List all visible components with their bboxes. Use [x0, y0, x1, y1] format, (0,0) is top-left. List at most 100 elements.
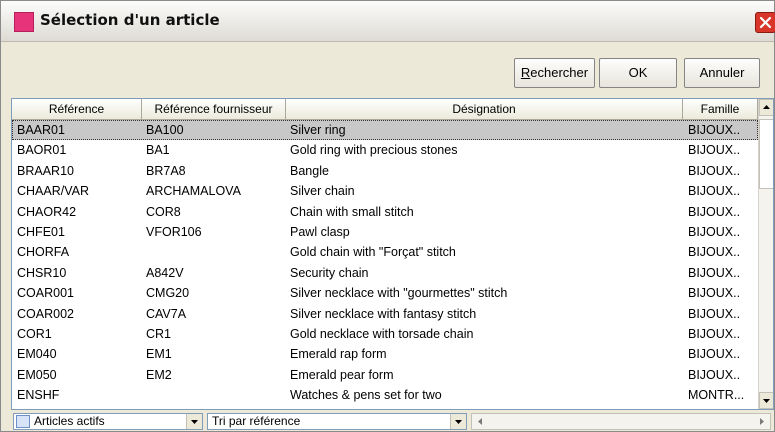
- cell-supplier-reference: COR8: [146, 204, 181, 219]
- cell-designation: Gold chain with "Forçat" stitch: [290, 245, 456, 260]
- search-button-label: echercher: [530, 65, 589, 80]
- column-header-designation[interactable]: Désignation: [286, 99, 683, 119]
- cell-family: BIJOUX..: [688, 306, 741, 321]
- cell-supplier-reference: A842V: [146, 265, 184, 280]
- cell-family: MONTR...: [688, 388, 745, 403]
- chevron-down-icon: [455, 420, 462, 424]
- search-button[interactable]: Rechercher: [514, 58, 595, 88]
- cell-family: BIJOUX..: [688, 184, 741, 199]
- table-row[interactable]: EM040 EM1 Emerald rap form BIJOUX..: [12, 344, 758, 364]
- cell-reference: COAR002: [17, 306, 74, 321]
- table-row[interactable]: CHORFA Gold chain with "Forçat" stitch BIJ…: [12, 242, 758, 262]
- scroll-thumb[interactable]: [759, 119, 773, 189]
- cell-family: BIJOUX..: [688, 265, 741, 280]
- cell-family: BIJOUX..: [688, 123, 741, 137]
- cell-designation: Silver ring: [290, 123, 346, 137]
- column-header-family[interactable]: Famille: [683, 99, 758, 119]
- scroll-down-button[interactable]: [759, 392, 773, 409]
- cell-family: BIJOUX..: [688, 367, 741, 382]
- table-row[interactable]: ENSHF Watches & pens set for two MONTR...: [12, 385, 758, 405]
- chevron-down-icon: [191, 420, 198, 424]
- close-icon: [759, 16, 772, 29]
- cell-reference: CHSR10: [17, 265, 67, 280]
- cell-reference: CHORFA: [17, 245, 70, 260]
- table-row[interactable]: CHFE01 VFOR106 Pawl clasp BIJOUX..: [12, 222, 758, 242]
- ok-button[interactable]: OK: [599, 58, 677, 88]
- ok-button-label: OK: [628, 65, 648, 80]
- cell-reference: EM050: [17, 367, 57, 382]
- cancel-button[interactable]: Annuler: [684, 58, 760, 88]
- table-row[interactable]: COAR001 CMG20 Silver necklace with "gourme…: [12, 283, 758, 303]
- column-header-reference[interactable]: Référence: [12, 99, 142, 119]
- cell-supplier-reference: CAV7A: [146, 306, 187, 321]
- app-icon: [14, 12, 34, 32]
- cell-supplier-reference: VFOR106: [146, 224, 202, 239]
- cell-family: BIJOUX..: [688, 204, 741, 219]
- cell-supplier-reference: BA100: [146, 123, 184, 137]
- horizontal-scrollbar[interactable]: [471, 413, 771, 430]
- cell-reference: CHAOR42: [17, 204, 77, 219]
- cell-supplier-reference: CMG20: [146, 286, 190, 301]
- cell-reference: CHAAR/VAR: [17, 184, 90, 199]
- cell-supplier-reference: [146, 242, 282, 262]
- table-row[interactable]: BAAR01 BA100 Silver ring BIJOUX..: [12, 120, 758, 141]
- table-row[interactable]: CHAAR/VAR ARCHAMALOVA Silver chain BIJOUX..: [12, 181, 758, 201]
- arrow-left-icon[interactable]: [474, 415, 486, 428]
- cell-family: BIJOUX..: [688, 286, 741, 301]
- cell-family: BIJOUX..: [688, 245, 741, 260]
- cell-supplier-reference: [146, 385, 282, 405]
- cell-reference: BRAAR10: [17, 163, 74, 178]
- window-title: Sélection d'un article: [40, 11, 220, 29]
- table-row[interactable]: BRAAR10 BR7A8 Bangle BIJOUX..: [12, 161, 758, 181]
- column-header-supplier-reference[interactable]: Référence fournisseur: [142, 99, 286, 119]
- toolbar: Rechercher OK Annuler: [1, 42, 774, 96]
- table-row[interactable]: CHSR10 A842V Security chain BIJOUX..: [12, 263, 758, 283]
- cell-reference: BAAR01: [17, 123, 65, 137]
- table-row[interactable]: CHAOR42 COR8 Chain with small stitch BIJOUX…: [12, 202, 758, 222]
- arrow-right-icon[interactable]: [756, 415, 768, 428]
- cell-designation: Emerald rap form: [290, 347, 387, 362]
- cell-designation: Bangle: [290, 163, 329, 178]
- cell-reference: EM040: [17, 347, 57, 362]
- cell-designation: Silver necklace with "gourmettes" stitch: [290, 286, 508, 301]
- cell-family: BIJOUX..: [688, 326, 741, 341]
- table-row[interactable]: BAOR01 BA1 Gold ring with precious stones B…: [12, 140, 758, 160]
- cell-family: BIJOUX..: [688, 163, 741, 178]
- cell-supplier-reference: ARCHAMALOVA: [146, 184, 241, 199]
- search-button-mnemonic: R: [520, 65, 531, 80]
- articles-grid[interactable]: Référence Référence fournisseur Désignat…: [11, 98, 774, 410]
- filter-icon: [16, 415, 30, 428]
- cell-supplier-reference: BA1: [146, 143, 170, 158]
- sort-select[interactable]: Tri par référence: [207, 413, 467, 430]
- cell-reference: COAR001: [17, 286, 74, 301]
- cell-designation: Watches & pens set for two: [290, 388, 442, 403]
- table-row[interactable]: EM050 EM2 Emerald pear form BIJOUX..: [12, 365, 758, 385]
- scroll-up-button[interactable]: [759, 99, 773, 116]
- cell-supplier-reference: CR1: [146, 326, 172, 341]
- grid-rows: BAAR01 BA100 Silver ring BIJOUX.. BAOR01 BA1 G…: [12, 120, 758, 405]
- grid-header: Référence Référence fournisseur Désignat…: [12, 99, 758, 120]
- cell-reference: COR1: [17, 326, 52, 341]
- cell-designation: Silver necklace with fantasy stitch: [290, 306, 477, 321]
- cell-family: BIJOUX..: [688, 143, 741, 158]
- cell-supplier-reference: EM2: [146, 367, 172, 382]
- cell-designation: Security chain: [290, 265, 369, 280]
- cancel-button-label: Annuler: [699, 65, 745, 80]
- cell-designation: Gold ring with precious stones: [290, 143, 458, 158]
- cell-reference: CHFE01: [17, 224, 65, 239]
- table-row[interactable]: COR1 CR1 Gold necklace with torsade chain B…: [12, 324, 758, 344]
- sort-select-dropdown[interactable]: [450, 414, 466, 429]
- cell-family: BIJOUX..: [688, 347, 741, 362]
- cell-designation: Gold necklace with torsade chain: [290, 326, 474, 341]
- vertical-scrollbar[interactable]: [758, 99, 773, 409]
- cell-designation: Chain with small stitch: [290, 204, 414, 219]
- table-row[interactable]: COAR002 CAV7A Silver necklace with fantasy…: [12, 304, 758, 324]
- cell-designation: Silver chain: [290, 184, 355, 199]
- cell-designation: Pawl clasp: [290, 224, 350, 239]
- filter-select-dropdown[interactable]: [186, 414, 202, 429]
- arrow-down-icon: [763, 399, 770, 403]
- close-button[interactable]: [755, 12, 775, 33]
- filter-select-value: Articles actifs: [34, 414, 105, 428]
- cell-family: BIJOUX..: [688, 224, 741, 239]
- filter-select[interactable]: Articles actifs: [13, 413, 203, 430]
